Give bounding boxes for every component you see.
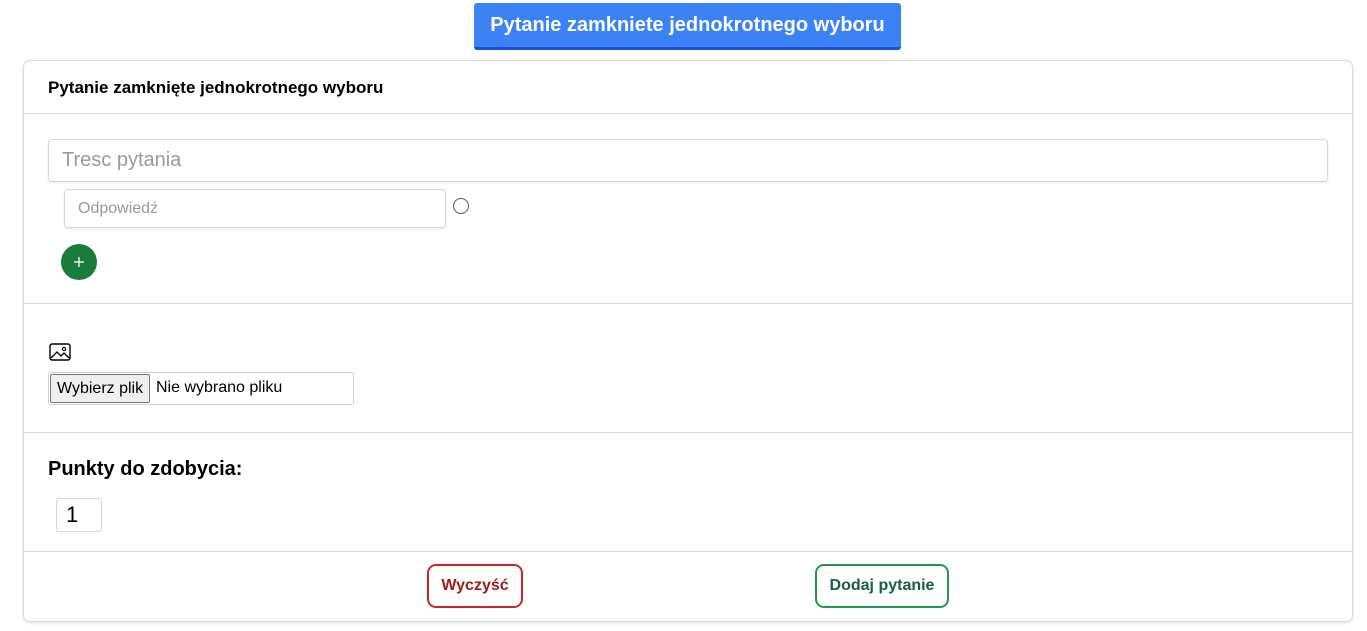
points-input[interactable] bbox=[56, 498, 102, 532]
file-upload-field: Wybierz plik Nie wybrano pliku bbox=[48, 372, 354, 405]
choose-file-button[interactable]: Wybierz plik bbox=[50, 374, 151, 403]
section-divider bbox=[24, 303, 1352, 304]
answer-input[interactable] bbox=[64, 189, 446, 228]
add-answer-button[interactable] bbox=[61, 244, 97, 280]
question-type-button[interactable]: Pytanie zamkniete jednokrotnego wyboru bbox=[474, 3, 901, 50]
points-label: Punkty do zdobycia: bbox=[48, 458, 243, 480]
answer-correct-radio[interactable] bbox=[453, 198, 469, 214]
section-divider bbox=[24, 432, 1352, 433]
question-text-input[interactable] bbox=[48, 139, 1328, 182]
image-icon bbox=[49, 343, 71, 361]
clear-button[interactable]: Wyczyść bbox=[427, 564, 523, 608]
add-question-button[interactable]: Dodaj pytanie bbox=[815, 564, 949, 608]
top-bar: Pytanie zamkniete jednokrotnego wyboru bbox=[0, 0, 1367, 58]
card-header: Pytanie zamknięte jednokrotnego wyboru bbox=[24, 61, 1352, 114]
question-card: Pytanie zamknięte jednokrotnego wyboru W… bbox=[23, 60, 1353, 622]
section-divider bbox=[24, 551, 1352, 552]
plus-icon bbox=[74, 257, 84, 267]
card-title: Pytanie zamknięte jednokrotnego wyboru bbox=[48, 78, 384, 97]
file-status-text: Nie wybrano pliku bbox=[156, 379, 283, 396]
